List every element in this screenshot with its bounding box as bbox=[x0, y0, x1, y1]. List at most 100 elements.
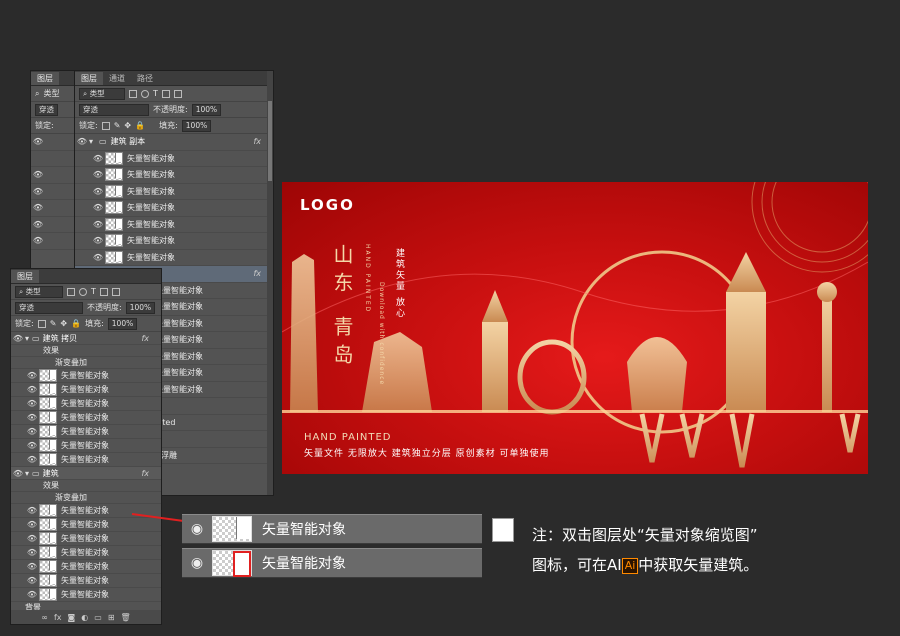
layer-row[interactable]: 👁 矢量智能对象 bbox=[11, 453, 161, 467]
eye-icon[interactable]: 👁 bbox=[25, 399, 39, 408]
eye-icon[interactable]: 👁 bbox=[31, 220, 45, 229]
layer-row-callout-2[interactable]: ◉ 矢量智能对象 bbox=[182, 548, 482, 578]
layer-row[interactable]: 👁 矢量智能对象 bbox=[11, 383, 161, 397]
eye-icon[interactable]: 👁 bbox=[31, 187, 45, 196]
eye-icon[interactable]: 👁 bbox=[91, 187, 105, 196]
lock-all-icon[interactable]: 🔒 bbox=[71, 319, 81, 328]
eye-icon[interactable]: 👁 bbox=[91, 236, 105, 245]
layer-group[interactable]: 👁 ▾ ▭ 建筑 fx bbox=[11, 467, 161, 480]
smart-object-thumbnail[interactable] bbox=[39, 504, 57, 517]
smart-filter-icon[interactable] bbox=[111, 287, 120, 296]
layer-row[interactable]: 👁 矢量智能对象 bbox=[75, 184, 273, 200]
eye-icon[interactable]: 👁 bbox=[25, 385, 39, 394]
type-filter-icon[interactable]: T bbox=[91, 287, 96, 296]
smart-object-thumbnail[interactable] bbox=[212, 550, 252, 577]
scrollbar[interactable] bbox=[267, 71, 273, 495]
layer-row[interactable]: 👁 矢量智能对象 bbox=[75, 233, 273, 250]
kind-filter[interactable]: ⌕ 类型 bbox=[15, 285, 63, 298]
tab-paths[interactable]: 路径 bbox=[131, 72, 159, 85]
blend-mode-select[interactable]: 穿透 bbox=[79, 103, 149, 116]
lock-pixels-icon[interactable] bbox=[37, 319, 46, 328]
effect-row[interactable]: 渐变叠加 bbox=[11, 492, 161, 504]
smart-object-thumbnail[interactable] bbox=[39, 397, 57, 410]
tab-layers[interactable]: 图层 bbox=[75, 72, 103, 85]
blend-mode-select[interactable]: 穿透 bbox=[15, 301, 83, 314]
adjust-filter-icon[interactable] bbox=[79, 287, 87, 296]
layer-row[interactable]: 👁 矢量智能对象 bbox=[11, 425, 161, 439]
smart-object-thumbnail[interactable] bbox=[105, 184, 123, 198]
eye-icon[interactable]: 👁 bbox=[31, 170, 45, 179]
smart-object-thumbnail[interactable] bbox=[39, 532, 57, 545]
layer-row[interactable]: 👁 矢量智能对象 bbox=[75, 167, 273, 184]
chevron-down-icon[interactable]: ▾ bbox=[89, 137, 99, 146]
trash-icon[interactable]: 🗑 bbox=[121, 613, 131, 622]
opacity-field[interactable]: 100% bbox=[191, 103, 222, 116]
eye-icon[interactable]: 👁 bbox=[75, 137, 89, 146]
eye-icon[interactable]: 👁 bbox=[31, 236, 45, 245]
lock-brush-icon[interactable]: ✎ bbox=[114, 121, 121, 130]
smart-object-thumbnail[interactable] bbox=[105, 168, 123, 182]
fx-icon[interactable]: fx bbox=[253, 269, 261, 278]
eye-icon[interactable]: 👁 bbox=[25, 534, 39, 543]
tab-channels[interactable]: 通道 bbox=[103, 72, 131, 85]
new-group-icon[interactable]: ▭ bbox=[94, 613, 102, 622]
layer-row[interactable]: 👁 矢量智能对象 bbox=[75, 151, 273, 167]
pixel-filter-icon[interactable] bbox=[67, 287, 75, 296]
layer-row[interactable]: 👁 矢量智能对象 bbox=[75, 217, 273, 233]
eye-icon[interactable]: 👁 bbox=[25, 427, 39, 436]
layer-row[interactable]: 👁 矢量智能对象 bbox=[11, 439, 161, 453]
layer-row[interactable]: 👁 矢量智能对象 bbox=[11, 518, 161, 532]
eye-icon[interactable]: 👁 bbox=[25, 441, 39, 450]
lock-pixels-icon[interactable] bbox=[101, 121, 110, 130]
eye-icon[interactable]: 👁 bbox=[25, 576, 39, 585]
effects-row[interactable]: 效果 bbox=[11, 480, 161, 492]
smart-object-thumbnail[interactable] bbox=[39, 574, 57, 587]
smart-object-thumbnail[interactable] bbox=[105, 250, 123, 264]
fx-icon[interactable]: fx bbox=[253, 137, 261, 146]
eye-icon[interactable]: ◉ bbox=[182, 521, 212, 537]
shape-filter-icon[interactable] bbox=[99, 287, 108, 296]
layer-group[interactable]: 👁 ▾ ▭ 建筑 副本 fx bbox=[75, 134, 273, 151]
fx-icon[interactable]: fx bbox=[54, 613, 62, 622]
smart-object-thumbnail[interactable] bbox=[105, 151, 123, 165]
eye-icon[interactable]: 👁 bbox=[25, 506, 39, 515]
mask-icon[interactable]: ◙ bbox=[68, 613, 76, 622]
smart-object-thumbnail[interactable] bbox=[39, 453, 57, 466]
chevron-down-icon[interactable]: ▾ bbox=[25, 334, 29, 343]
eye-icon[interactable]: 👁 bbox=[31, 137, 45, 146]
blend-mode-select[interactable]: 穿透 bbox=[35, 103, 58, 116]
eye-icon[interactable]: 👁 bbox=[91, 253, 105, 262]
layer-row[interactable]: 👁 矢量智能对象 bbox=[11, 560, 161, 574]
smart-object-thumbnail[interactable] bbox=[39, 425, 57, 438]
lock-move-icon[interactable]: ✥ bbox=[124, 121, 131, 130]
layer-row[interactable]: 👁 矢量智能对象 bbox=[75, 200, 273, 217]
smart-object-thumbnail[interactable] bbox=[105, 217, 123, 231]
smart-object-thumbnail[interactable] bbox=[105, 201, 123, 215]
layer-row[interactable]: 👁 矢量智能对象 bbox=[11, 532, 161, 546]
layer-row[interactable]: 👁 矢量智能对象 bbox=[11, 574, 161, 588]
tab-layers[interactable]: 图层 bbox=[31, 72, 59, 85]
opacity-field[interactable]: 100% bbox=[125, 301, 156, 314]
eye-icon[interactable]: 👁 bbox=[25, 520, 39, 529]
adjustment-icon[interactable]: ◐ bbox=[81, 613, 88, 622]
kind-filter[interactable]: ⌕ 类型 bbox=[79, 87, 125, 100]
smart-object-thumbnail[interactable] bbox=[39, 518, 57, 531]
pixel-filter-icon[interactable] bbox=[129, 89, 137, 98]
layer-row[interactable]: 👁 矢量智能对象 bbox=[11, 369, 161, 383]
layer-group[interactable]: 👁 ▾ ▭ 建筑 拷贝 fx bbox=[11, 332, 161, 345]
chevron-down-icon[interactable]: ▾ bbox=[25, 469, 29, 478]
new-layer-icon[interactable]: ⊞ bbox=[108, 613, 115, 622]
effect-row[interactable]: 渐变叠加 bbox=[11, 357, 161, 369]
eye-icon[interactable]: 👁 bbox=[91, 170, 105, 179]
fx-icon[interactable]: fx bbox=[141, 469, 149, 478]
shape-filter-icon[interactable] bbox=[161, 89, 170, 98]
eye-icon[interactable]: 👁 bbox=[11, 469, 25, 478]
eye-icon[interactable]: 👁 bbox=[25, 562, 39, 571]
kind-filter[interactable]: 类型 bbox=[43, 88, 59, 99]
eye-icon[interactable]: 👁 bbox=[25, 455, 39, 464]
smart-object-thumbnail[interactable] bbox=[39, 439, 57, 452]
smart-object-thumbnail[interactable] bbox=[39, 383, 57, 396]
fill-field[interactable]: 100% bbox=[181, 119, 212, 132]
eye-icon[interactable]: 👁 bbox=[25, 371, 39, 380]
fx-icon[interactable]: fx bbox=[141, 334, 149, 343]
